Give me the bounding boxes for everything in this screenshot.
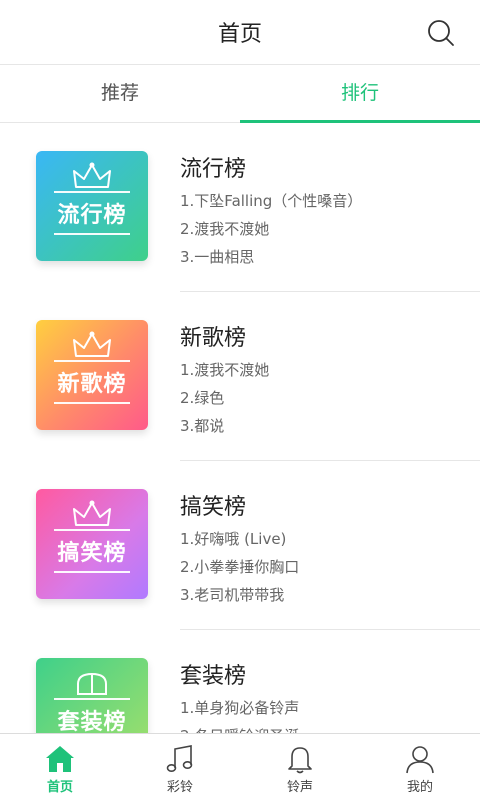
cover-divider xyxy=(54,698,130,700)
chart-cover[interactable]: 搞笑榜 xyxy=(36,489,148,599)
nav-label: 我的 xyxy=(406,780,433,795)
page-title: 首页 xyxy=(217,22,262,47)
chart-cover[interactable]: 套装榜 xyxy=(36,658,148,735)
song-item[interactable]: 1.渡我不渡她 xyxy=(180,356,269,384)
ranking-item-bundle[interactable]: 套装榜 套装榜 1.单身狗必备铃声 2.冬日暖铃迎圣诞 xyxy=(0,630,480,735)
nav-color-ring[interactable]: 彩铃 xyxy=(120,734,240,800)
song-item[interactable]: 1.下坠Falling（个性嗓音） xyxy=(180,187,362,215)
nav-label: 首页 xyxy=(46,780,73,795)
user-icon xyxy=(406,746,434,774)
song-item[interactable]: 3.一曲相思 xyxy=(180,243,362,271)
app-header: 首页 xyxy=(0,0,480,65)
chart-song-list: 1.下坠Falling（个性嗓音） 2.渡我不渡她 3.一曲相思 xyxy=(180,187,362,271)
bell-icon xyxy=(288,747,312,774)
nav-mine[interactable]: 我的 xyxy=(360,734,480,800)
ranking-item-popular[interactable]: 流行榜 流行榜 1.下坠Falling（个性嗓音） 2.渡我不渡她 3.一曲相思 xyxy=(0,123,480,292)
music-note-icon xyxy=(166,745,193,772)
chart-song-list: 1.好嗨哦 (Live) 2.小拳拳捶你胸口 3.老司机带带我 xyxy=(180,525,299,609)
search-button[interactable] xyxy=(426,18,456,48)
song-item[interactable]: 3.都说 xyxy=(180,412,269,440)
ranking-list: 流行榜 流行榜 1.下坠Falling（个性嗓音） 2.渡我不渡她 3.一曲相思… xyxy=(0,123,480,735)
cover-divider xyxy=(54,360,130,362)
ranking-item-funny[interactable]: 搞笑榜 搞笑榜 1.好嗨哦 (Live) 2.小拳拳捶你胸口 3.老司机带带我 xyxy=(0,461,480,630)
tab-ranking[interactable]: 排行 xyxy=(240,65,480,123)
cover-divider xyxy=(54,191,130,193)
crown-icon xyxy=(73,162,111,188)
cover-divider xyxy=(54,571,130,573)
home-icon xyxy=(46,746,74,772)
cover-divider xyxy=(54,233,130,235)
nav-label: 彩铃 xyxy=(166,780,193,795)
cover-label: 套装榜 xyxy=(57,710,127,735)
chart-cover[interactable]: 流行榜 xyxy=(36,151,148,261)
crown-icon xyxy=(77,672,107,695)
bottom-nav: 首页 彩铃 铃声 我的 xyxy=(0,733,480,800)
ranking-item-new[interactable]: 新歌榜 新歌榜 1.渡我不渡她 2.绿色 3.都说 xyxy=(0,292,480,461)
cover-divider xyxy=(54,402,130,404)
chart-name: 流行榜 xyxy=(180,157,247,182)
song-item[interactable]: 3.老司机带带我 xyxy=(180,581,299,609)
chart-song-list: 1.单身狗必备铃声 2.冬日暖铃迎圣诞 xyxy=(180,694,299,735)
song-item[interactable]: 2.渡我不渡她 xyxy=(180,215,362,243)
song-item[interactable]: 1.好嗨哦 (Live) xyxy=(180,525,299,553)
crown-icon xyxy=(73,331,111,357)
cover-label: 新歌榜 xyxy=(57,372,127,397)
nav-ringtone[interactable]: 铃声 xyxy=(240,734,360,800)
cover-label: 搞笑榜 xyxy=(57,541,127,566)
cover-divider xyxy=(54,529,130,531)
chart-name: 新歌榜 xyxy=(180,326,247,351)
chart-name: 套装榜 xyxy=(180,664,247,689)
chart-song-list: 1.渡我不渡她 2.绿色 3.都说 xyxy=(180,356,269,440)
song-item[interactable]: 2.小拳拳捶你胸口 xyxy=(180,553,299,581)
song-item[interactable]: 1.单身狗必备铃声 xyxy=(180,694,299,722)
nav-label: 铃声 xyxy=(286,780,313,795)
chart-cover[interactable]: 新歌榜 xyxy=(36,320,148,430)
cover-label: 流行榜 xyxy=(57,203,127,228)
search-icon xyxy=(428,20,454,46)
nav-home[interactable]: 首页 xyxy=(0,734,120,800)
crown-icon xyxy=(73,500,111,526)
tab-recommend[interactable]: 推荐 xyxy=(0,65,240,122)
song-item[interactable]: 2.绿色 xyxy=(180,384,269,412)
tab-bar: 推荐 排行 xyxy=(0,65,480,123)
chart-name: 搞笑榜 xyxy=(180,495,247,520)
